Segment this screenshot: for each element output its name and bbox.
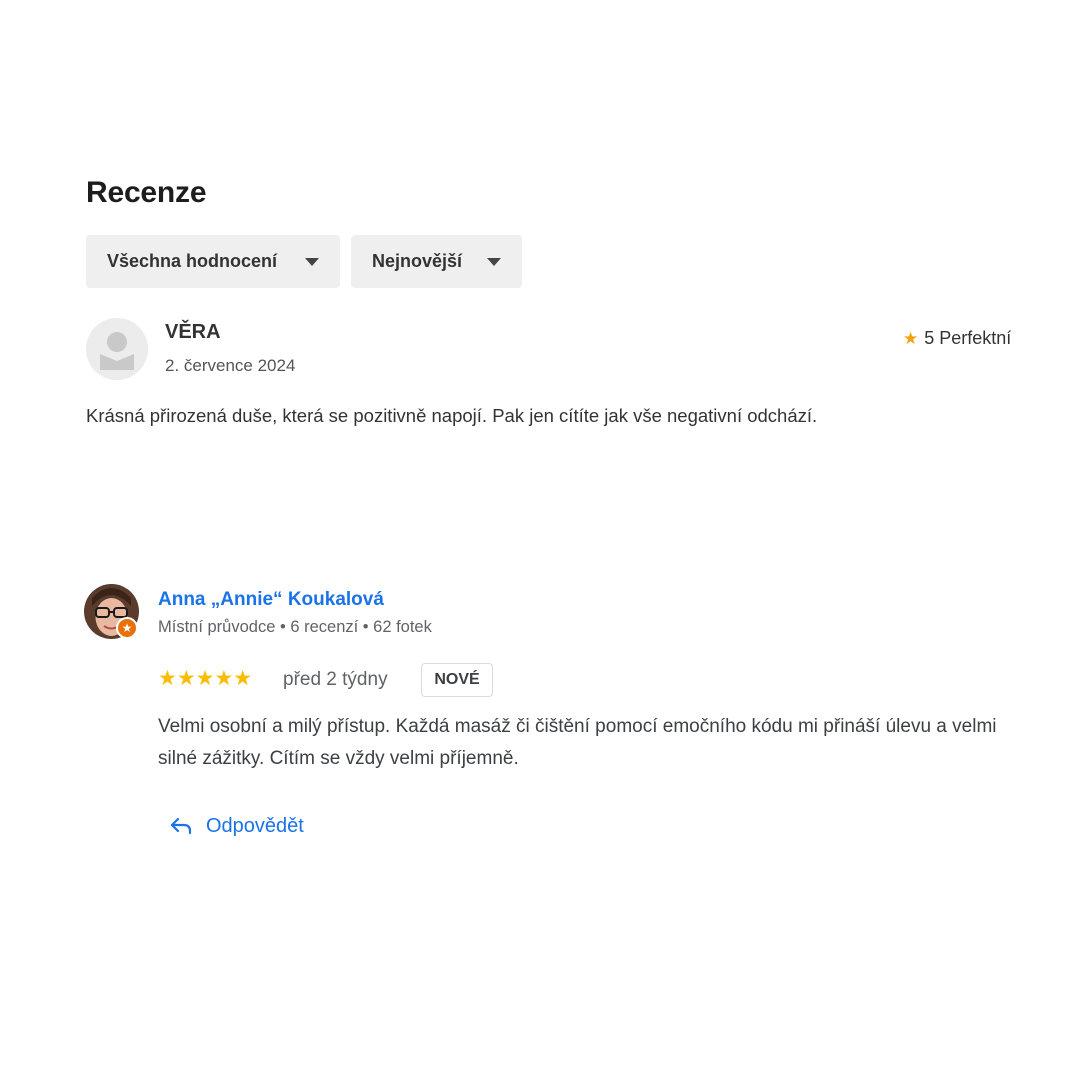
sort-label: Nejnovější <box>372 251 463 271</box>
avatar <box>86 318 148 380</box>
reviews-page: Recenze Všechna hodnocení Nejnovější VĚR… <box>0 0 1080 1080</box>
reviewer-name: VĚRA <box>165 321 221 343</box>
review-text: Krásná přirozená duše, která se pozitivn… <box>86 405 818 426</box>
reviewer-name-link[interactable]: Anna „Annie“ Koukalová <box>158 589 384 611</box>
new-badge: NOVÉ <box>421 663 493 697</box>
rating-filter-dropdown[interactable]: Všechna hodnocení <box>86 235 340 288</box>
sort-dropdown[interactable]: Nejnovější <box>351 235 522 288</box>
reply-arrow-icon <box>170 817 192 835</box>
rating-text: 5 Perfektní <box>924 328 1012 348</box>
reviewer-meta: Místní průvodce • 6 recenzí • 62 fotek <box>158 618 432 636</box>
rating-filter-label: Všechna hodnocení <box>107 251 278 271</box>
section-title: Recenze <box>86 176 207 209</box>
review-date: 2. července 2024 <box>165 356 296 375</box>
review-text: Velmi osobní a milý přístup. Každá masáž… <box>158 716 997 769</box>
reply-label: Odpovědět <box>206 814 304 837</box>
star-rating: ★★★★★ <box>158 667 253 690</box>
default-user-icon <box>86 318 148 380</box>
reply-button[interactable]: Odpovědět <box>170 811 304 841</box>
chevron-down-icon <box>487 257 501 266</box>
rating-summary: ★ 5 Perfektní <box>903 328 1011 349</box>
chevron-down-icon <box>305 257 319 266</box>
review-time: před 2 týdny <box>283 669 388 690</box>
star-icon: ★ <box>903 328 919 348</box>
local-guide-star-icon: ★ <box>116 617 138 639</box>
